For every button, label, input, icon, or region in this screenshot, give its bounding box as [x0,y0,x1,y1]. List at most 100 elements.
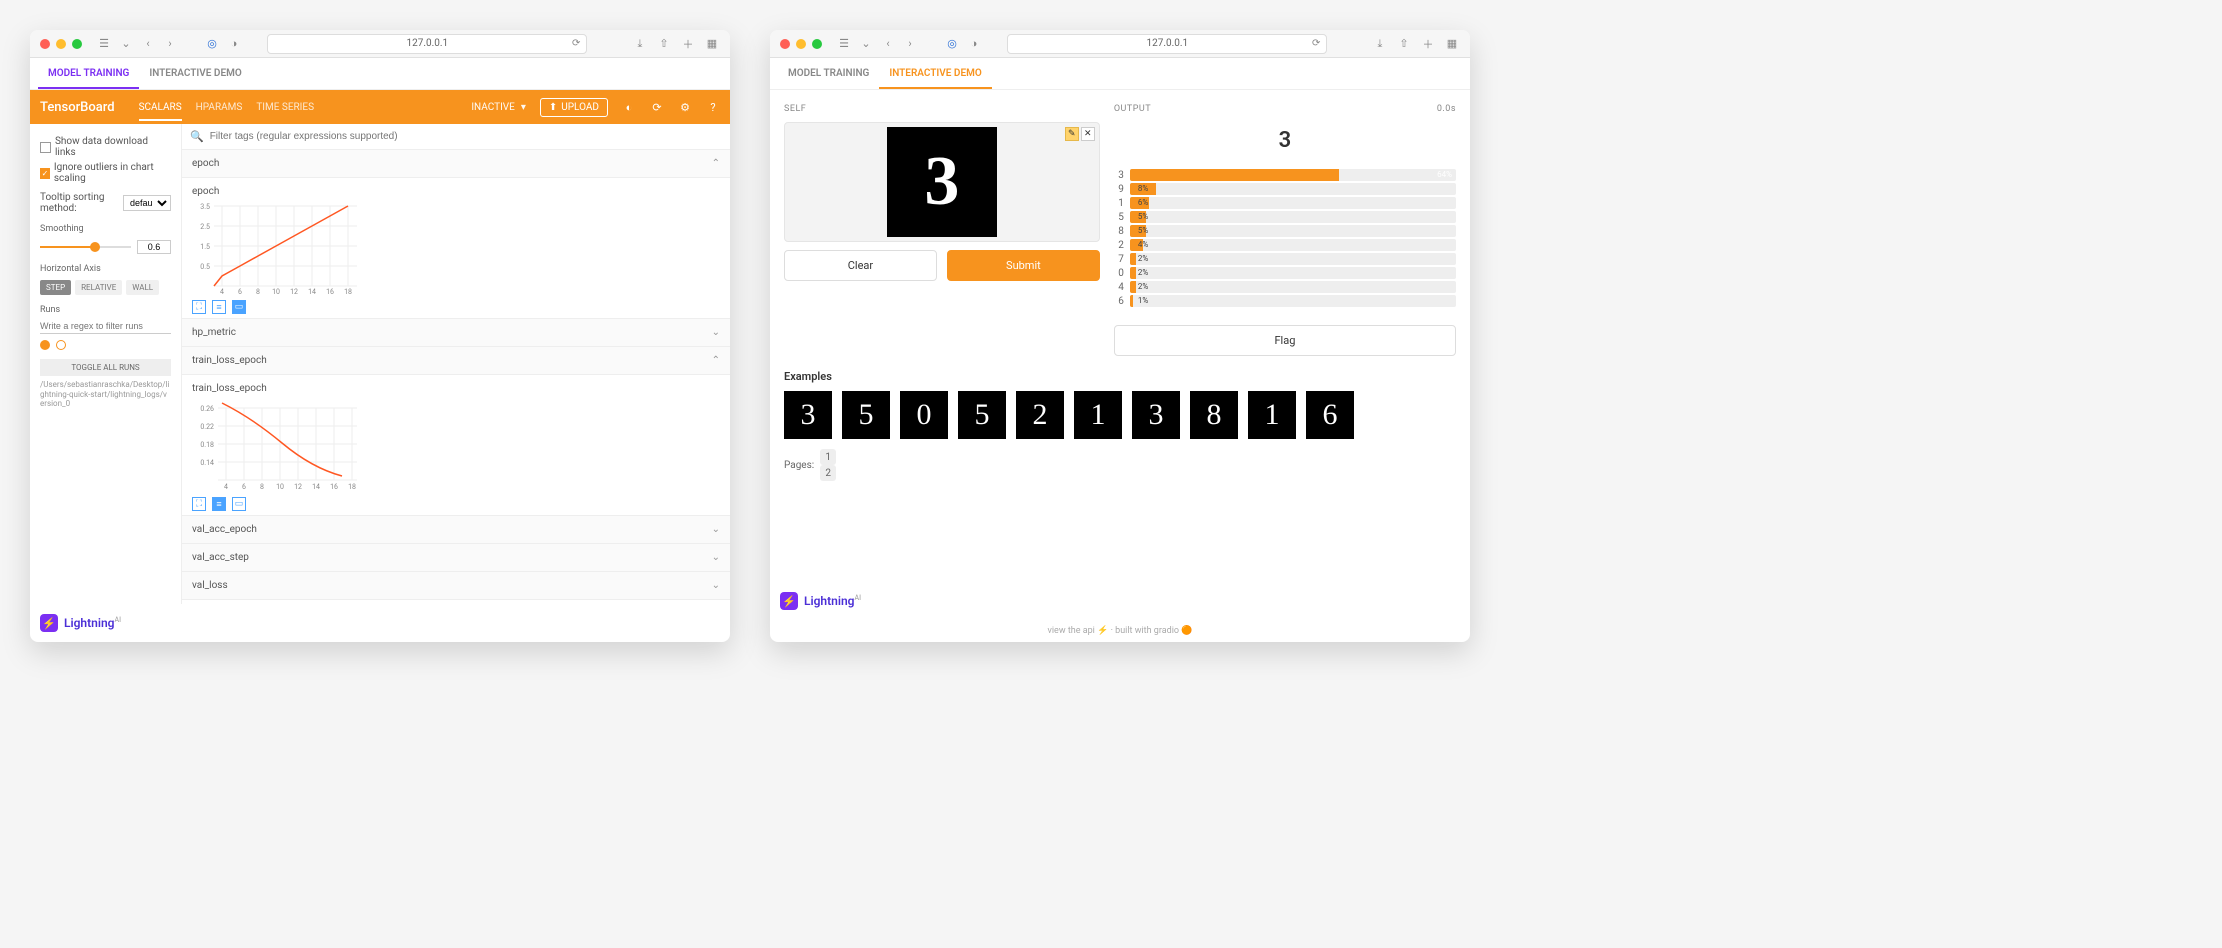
forward-icon[interactable]: › [162,36,178,52]
tensorboard-brand: TensorBoard [40,100,115,115]
section-valaccepoch-header[interactable]: val_acc_epoch ⌄ [182,516,730,544]
chart-fullscreen-button[interactable]: ⛶ [192,497,206,511]
run-swatch-unchecked[interactable] [56,340,66,350]
svg-text:4: 4 [224,483,228,491]
tb-tab-scalars[interactable]: SCALARS [139,102,182,121]
section-trainloss-header[interactable]: train_loss_epoch ⌃ [182,347,730,375]
section-title: val_acc_epoch [192,524,257,535]
extension-1p-icon[interactable]: ◎ [944,36,960,52]
chart-fit-button[interactable]: ▭ [232,497,246,511]
tb-main: 🔍 epoch ⌃ epoch [182,124,730,604]
tab-model-training[interactable]: MODEL TRAINING [778,58,879,89]
section-hpmetric-header[interactable]: hp_metric ⌄ [182,319,730,347]
zoom-dot[interactable] [72,39,82,49]
haxis-wall-button[interactable]: WALL [126,280,159,295]
example-tile[interactable]: 6 [1306,391,1354,439]
chevron-down-icon[interactable]: ⌄ [118,36,134,52]
page-button[interactable]: 1 [820,449,836,465]
url-bar[interactable]: 127.0.0.1 ⟳ [1007,34,1327,54]
share-icon[interactable]: ⇧ [656,36,672,52]
share-icon[interactable]: ⇧ [1396,36,1412,52]
drawing-canvas[interactable]: 3 ✎ ✕ [784,122,1100,242]
extension-1p-icon[interactable]: ◎ [204,36,220,52]
flag-button[interactable]: Flag [1114,325,1456,356]
example-tile[interactable]: 0 [900,391,948,439]
chart-list-button[interactable]: ≡ [212,300,226,314]
example-tile[interactable]: 8 [1190,391,1238,439]
new-tab-icon[interactable]: ＋ [1420,36,1436,52]
example-digit-glyph: 8 [1207,398,1222,432]
refresh-icon[interactable]: ⟳ [572,38,580,49]
section-valloss-header[interactable]: val_loss ⌄ [182,572,730,600]
minimize-dot[interactable] [796,39,806,49]
download-icon[interactable]: ⤓ [1372,36,1388,52]
pencil-tool-button[interactable]: ✎ [1065,127,1079,141]
example-tile[interactable]: 1 [1074,391,1122,439]
help-icon[interactable]: ? [706,100,720,114]
example-tile[interactable]: 5 [958,391,1006,439]
tabs-grid-icon[interactable]: ▦ [704,36,720,52]
refresh-icon[interactable]: ⟳ [1312,38,1320,49]
theme-icon[interactable]: ◐ [622,100,636,114]
examples-pager: Pages: 12 [784,449,1456,481]
submit-button[interactable]: Submit [947,250,1100,281]
pred-bar-wrap: 1% [1130,295,1456,307]
example-tile[interactable]: 3 [784,391,832,439]
clear-button[interactable]: Clear [784,250,937,281]
smoothing-slider[interactable] [40,246,131,248]
download-icon[interactable]: ⤓ [632,36,648,52]
pred-bar-wrap: 2% [1130,253,1456,265]
checkbox-label: Show data download links [55,136,171,158]
tb-tab-timeseries[interactable]: TIME SERIES [256,102,314,113]
tab-interactive-demo[interactable]: INTERACTIVE DEMO [139,58,251,89]
section-epoch-header[interactable]: epoch ⌃ [182,150,730,178]
example-tile[interactable]: 1 [1248,391,1296,439]
example-tile[interactable]: 2 [1016,391,1064,439]
section-valaccstep-header[interactable]: val_acc_step ⌄ [182,544,730,572]
pred-bar-wrap: 6% [1130,197,1456,209]
haxis-step-button[interactable]: STEP [40,280,71,295]
runs-filter-input[interactable] [40,319,171,334]
close-dot[interactable] [780,39,790,49]
chart-fullscreen-button[interactable]: ⛶ [192,300,206,314]
chevron-down-icon[interactable]: ⌄ [858,36,874,52]
prediction-row: 24% [1114,239,1456,251]
toggle-all-runs-button[interactable]: TOGGLE ALL RUNS [40,359,171,376]
svg-text:3.5: 3.5 [200,203,210,211]
url-bar[interactable]: 127.0.0.1 ⟳ [267,34,587,54]
minimize-dot[interactable] [56,39,66,49]
example-tile[interactable]: 3 [1132,391,1180,439]
settings-gear-icon[interactable]: ⚙ [678,100,692,114]
example-tile[interactable]: 5 [842,391,890,439]
tab-interactive-demo[interactable]: INTERACTIVE DEMO [879,58,991,89]
forward-icon[interactable]: › [902,36,918,52]
page-button[interactable]: 2 [820,465,836,481]
run-swatch-checked[interactable] [40,340,50,350]
chart-list-button[interactable]: ≡ [212,497,226,511]
smoothing-input[interactable] [137,240,171,254]
tab-model-training[interactable]: MODEL TRAINING [38,58,139,89]
close-dot[interactable] [40,39,50,49]
chart-fit-button[interactable]: ▭ [232,300,246,314]
shield-icon[interactable]: ◑ [226,36,242,52]
tag-filter-input[interactable] [210,131,722,142]
zoom-dot[interactable] [812,39,822,49]
new-tab-icon[interactable]: ＋ [680,36,696,52]
checkbox-ignore-outliers[interactable]: ✓ Ignore outliers in chart scaling [40,162,171,184]
back-icon[interactable]: ‹ [880,36,896,52]
haxis-relative-button[interactable]: RELATIVE [75,280,122,295]
pred-class-label: 6 [1114,296,1124,307]
checkbox-show-dl[interactable]: Show data download links [40,136,171,158]
tooltip-sort-select[interactable]: default [123,195,171,211]
upload-button[interactable]: ⬆ UPLOAD [540,98,608,117]
shield-icon[interactable]: ◑ [966,36,982,52]
status-pill[interactable]: INACTIVE ▾ [471,102,526,113]
tabs-grid-icon[interactable]: ▦ [1444,36,1460,52]
reload-icon[interactable]: ⟳ [650,100,664,114]
sidebar-toggle-icon[interactable]: ☰ [836,36,852,52]
clear-canvas-button[interactable]: ✕ [1081,127,1095,141]
tb-tab-hparams[interactable]: HPARAMS [196,102,243,113]
view-api-link[interactable]: view the api [1048,626,1095,636]
back-icon[interactable]: ‹ [140,36,156,52]
sidebar-toggle-icon[interactable]: ☰ [96,36,112,52]
